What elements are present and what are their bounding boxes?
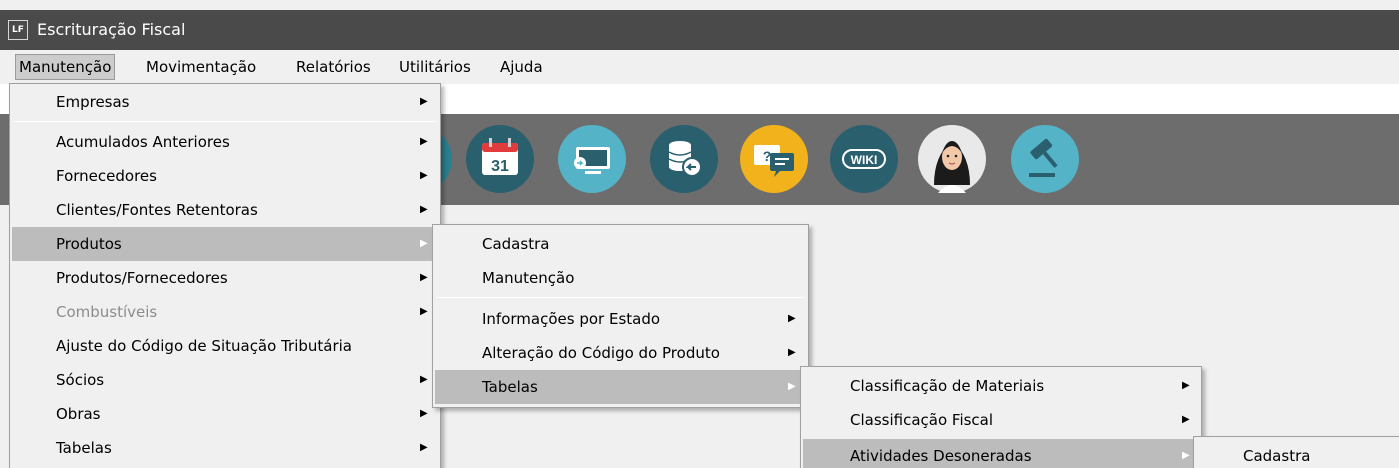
menu-separator [436, 297, 805, 298]
menu-item-classificacao-materiais[interactable]: Classificação de Materiais ▶ [803, 369, 1199, 403]
menu-item-combustiveis: Combustíveis ▶ [12, 295, 438, 329]
menu-item-label: Ajuste do Código de Situação Tributária [56, 337, 352, 355]
submenu-arrow-icon: ▶ [788, 381, 796, 392]
menu-item-label: Sócios [56, 371, 105, 389]
menu-item-label: Cadastra [1243, 447, 1311, 465]
menu-item-clientes-fontes-retentoras[interactable]: Clientes/Fontes Retentoras ▶ [12, 193, 438, 227]
submenu-arrow-icon: ▶ [420, 238, 428, 249]
menu-item-fornecedores[interactable]: Fornecedores ▶ [12, 159, 438, 193]
menubar-utilitarios[interactable]: Utilitários [396, 54, 474, 80]
menu-item-classificacao-fiscal[interactable]: Classificação Fiscal ▶ [803, 403, 1199, 437]
calendar-day-text: 31 [491, 158, 509, 175]
menu-item-label: Clientes/Fontes Retentoras [56, 201, 258, 219]
menu-item-label: Cadastra [482, 235, 550, 253]
menubar: Manutenção Movimentação Relatórios Utili… [0, 50, 1399, 83]
menu-item-cadastra[interactable]: Cadastra [435, 227, 806, 261]
menu-item-label: Tabelas [56, 439, 112, 457]
submenu-arrow-icon: ▶ [420, 170, 428, 181]
menu-tabelas: Classificação de Materiais ▶ Classificaç… [800, 366, 1202, 468]
submenu-arrow-icon: ▶ [420, 272, 428, 283]
menubar-ajuda[interactable]: Ajuda [497, 54, 546, 80]
menu-item-label: Empresas [56, 93, 130, 111]
submenu-arrow-icon: ▶ [420, 306, 428, 317]
menu-produtos: Cadastra Manutenção Informações por Esta… [432, 224, 809, 408]
menu-item-acumulados-anteriores[interactable]: Acumulados Anteriores ▶ [12, 125, 438, 159]
submenu-arrow-icon: ▶ [1182, 380, 1190, 391]
database-arrow-icon[interactable] [650, 125, 718, 193]
app-logo-icon: LF [8, 20, 28, 40]
calendar-31-icon[interactable]: 31 [466, 125, 534, 193]
submenu-arrow-icon: ▶ [1182, 450, 1190, 461]
menu-item-produtos[interactable]: Produtos ▶ [12, 227, 438, 261]
menu-item-label: Fornecedores [56, 167, 157, 185]
submenu-arrow-icon: ▶ [420, 374, 428, 385]
screen-transfer-icon[interactable] [558, 125, 626, 193]
menu-item-label: Tabelas [482, 378, 538, 396]
submenu-arrow-icon: ▶ [788, 313, 796, 324]
menu-item-tabelas-produtos[interactable]: Tabelas ▶ [435, 370, 806, 404]
menu-item-label: Combustíveis [56, 303, 158, 321]
menu-item-cadastra-atividades[interactable]: Cadastra [1196, 439, 1399, 468]
menubar-relatorios[interactable]: Relatórios [293, 54, 374, 80]
menu-item-socios[interactable]: Sócios ▶ [12, 363, 438, 397]
help-mark-text: ? [763, 148, 772, 164]
submenu-arrow-icon: ▶ [420, 442, 428, 453]
menu-item-ajuste-cst[interactable]: Ajuste do Código de Situação Tributária [12, 329, 438, 363]
legal-gavel-icon[interactable] [1011, 125, 1079, 193]
menubar-movimentacao[interactable]: Movimentação [143, 54, 259, 80]
submenu-arrow-icon: ▶ [420, 408, 428, 419]
window-titlebar: LF Escrituração Fiscal [0, 10, 1399, 50]
menu-item-label: Produtos/Fornecedores [56, 269, 228, 287]
menu-item-label: Atividades Desoneradas [850, 447, 1032, 465]
menu-item-manutencao[interactable]: Manutenção [435, 261, 806, 295]
wiki-label-text: WIKI [851, 153, 878, 167]
menu-item-alteracao-codigo-produto[interactable]: Alteração do Código do Produto ▶ [435, 336, 806, 370]
window-title: Escrituração Fiscal [37, 20, 186, 39]
menu-atividades-desoneradas: Cadastra [1193, 436, 1399, 468]
menu-item-informacoes-por-estado[interactable]: Informações por Estado ▶ [435, 302, 806, 336]
menu-item-obras[interactable]: Obras ▶ [12, 397, 438, 431]
menu-separator [13, 121, 437, 122]
menu-item-label: Informações por Estado [482, 310, 661, 328]
menu-item-atividades-desoneradas[interactable]: Atividades Desoneradas ▶ [803, 439, 1199, 468]
help-chat-icon[interactable]: ? [740, 125, 808, 193]
menu-item-label: Produtos [56, 235, 122, 253]
menu-item-label: Manutenção [482, 269, 575, 287]
submenu-arrow-icon: ▶ [420, 204, 428, 215]
assistant-avatar-icon[interactable] [918, 125, 986, 193]
submenu-arrow-icon: ▶ [420, 136, 428, 147]
menu-item-label: Alteração do Código do Produto [482, 344, 720, 362]
menu-item-label: Acumulados Anteriores [56, 133, 230, 151]
menu-item-empresas[interactable]: Empresas ▶ [12, 85, 438, 119]
menubar-manutencao[interactable]: Manutenção [15, 54, 116, 80]
menu-item-label: Classificação de Materiais [850, 377, 1045, 395]
menu-item-tabelas[interactable]: Tabelas ▶ [12, 431, 438, 465]
menu-item-label: Obras [56, 405, 101, 423]
menu-item-produtos-fornecedores[interactable]: Produtos/Fornecedores ▶ [12, 261, 438, 295]
submenu-arrow-icon: ▶ [1182, 414, 1190, 425]
wiki-icon[interactable]: WIKI [830, 125, 898, 193]
submenu-arrow-icon: ▶ [788, 347, 796, 358]
menu-manutencao: Empresas ▶ Acumulados Anteriores ▶ Forne… [9, 83, 441, 468]
submenu-arrow-icon: ▶ [420, 96, 428, 107]
menu-item-label: Classificação Fiscal [850, 411, 994, 429]
